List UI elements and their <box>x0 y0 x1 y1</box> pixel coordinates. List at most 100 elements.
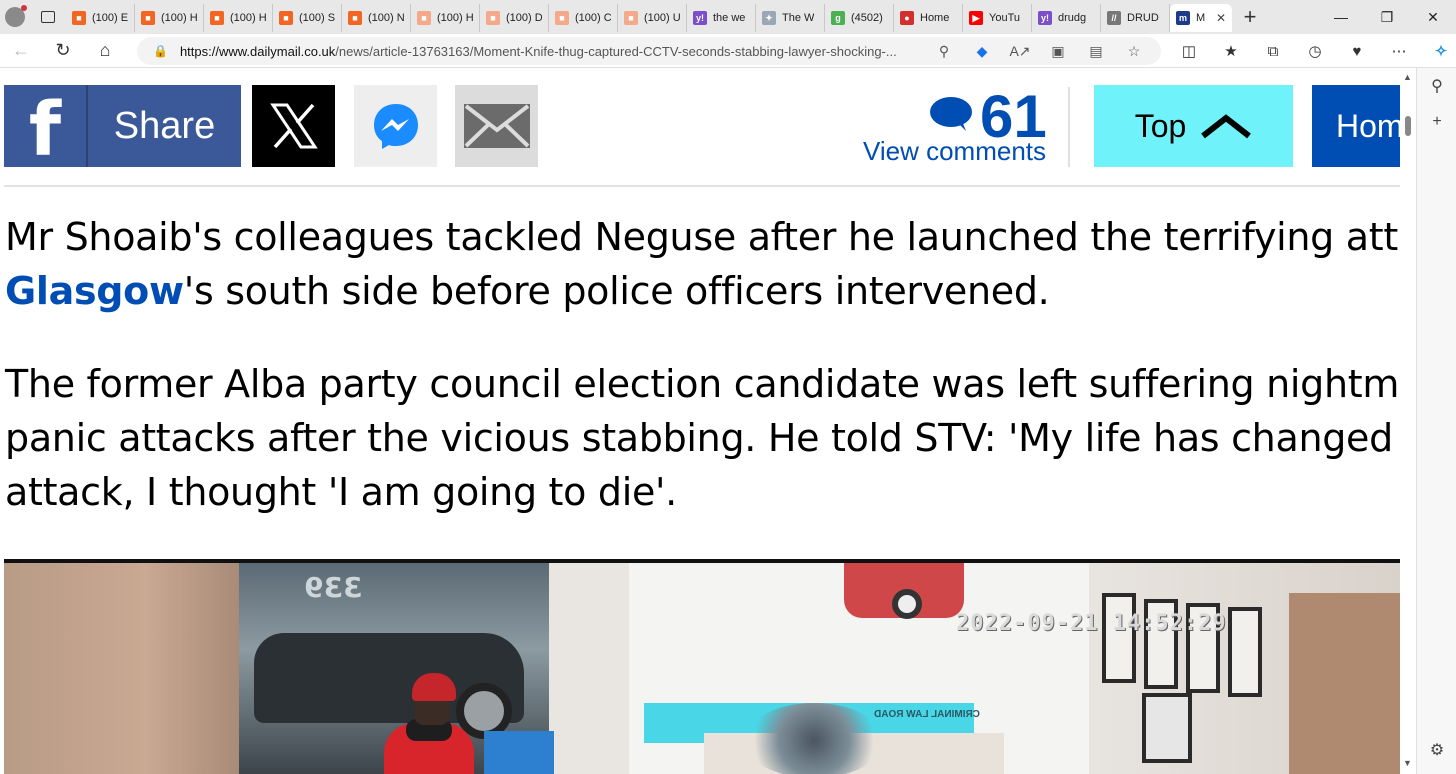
tab[interactable]: ● Home <box>894 4 963 32</box>
video-blurred-figure <box>744 703 884 774</box>
back-button[interactable]: ← <box>0 34 42 68</box>
page-scrollbar[interactable]: ▲ ▼ <box>1400 68 1416 774</box>
sidebar-settings-gear-icon[interactable]: ⚙ <box>1417 732 1456 768</box>
tab[interactable]: y! the we <box>687 4 756 32</box>
facebook-share-button[interactable]: f Share <box>4 85 241 167</box>
paragraph-line: Glasgow's south side before police offic… <box>5 264 1400 318</box>
video-blue-object <box>484 731 554 774</box>
scroll-down-icon[interactable]: ▼ <box>1403 758 1412 768</box>
sidebar-add-icon[interactable]: + <box>1417 104 1456 140</box>
tab-label: (100) S <box>299 12 335 24</box>
paragraph-line: panic attacks after the vicious stabbing… <box>5 416 1400 460</box>
tab-label: (100) D <box>506 12 542 24</box>
email-share-button[interactable] <box>455 85 538 167</box>
coupon-tag-icon[interactable]: ◆ <box>963 43 1001 60</box>
tab-favicon-icon: ■ <box>141 11 155 25</box>
cctv-timestamp: 2022-09-21 14:52:29 <box>956 611 1227 636</box>
close-window-button[interactable]: ✕ <box>1410 0 1456 34</box>
tab-label: DRUD <box>1127 12 1159 24</box>
tab-favicon-icon: ✦ <box>762 11 776 25</box>
lock-icon[interactable]: 🔒 <box>153 44 168 58</box>
tab-favicon-icon: g <box>831 11 845 25</box>
tab-favicon-icon: ■ <box>348 11 362 25</box>
tab[interactable]: g (4502) <box>825 4 894 32</box>
address-bar[interactable]: 🔒 https://www.dailymail.co.uk/news/artic… <box>137 37 1161 65</box>
tab[interactable]: ✦ The W <box>756 4 825 32</box>
tab-label: (100) H <box>230 12 266 24</box>
profile-button[interactable] <box>0 0 30 34</box>
new-tab-button[interactable]: + <box>1232 0 1268 34</box>
tab[interactable]: ■ (100) H <box>135 4 204 32</box>
tab[interactable]: y! drudg <box>1032 4 1101 32</box>
view-comments-link[interactable]: View comments <box>863 136 1046 167</box>
video-pillar <box>549 563 629 774</box>
url-text[interactable]: https://www.dailymail.co.uk/news/article… <box>180 44 920 59</box>
tab[interactable]: ▶ YouTu <box>963 4 1032 32</box>
video-reception-sign-text: CRIMINAL LAW ROAD <box>874 709 980 720</box>
cctv-video-player[interactable]: 339 CRIMINAL LAW ROAD 2022-09-21 14:52:2… <box>4 559 1400 774</box>
toolbar-right-icons: ◫ ★ ⧉ ◷ ♥ ⋯ ✧ <box>1168 34 1456 68</box>
tab[interactable]: // DRUD <box>1101 4 1170 32</box>
copilot-icon[interactable]: ✧ <box>1420 42 1456 60</box>
paragraph-line: Mr Shoaib's colleagues tackled Neguse af… <box>5 215 1400 259</box>
facebook-icon: f <box>4 85 88 167</box>
tab-close-icon[interactable]: ✕ <box>1216 11 1226 25</box>
tab-favicon-icon: ■ <box>555 11 569 25</box>
collections-icon[interactable]: ⧉ <box>1252 43 1294 60</box>
tab-label: (100) U <box>644 12 680 24</box>
tab-label: (100) C <box>575 12 611 24</box>
tab-favicon-icon: ▶ <box>969 11 983 25</box>
glasgow-link[interactable]: Glasgow <box>5 269 184 313</box>
app-available-icon[interactable]: ▣ <box>1039 43 1077 60</box>
tab-label: (100) N <box>368 12 404 24</box>
messenger-share-button[interactable] <box>354 85 437 167</box>
video-wall-picture <box>1142 693 1192 763</box>
favorite-star-icon[interactable]: ☆ <box>1115 43 1153 60</box>
maximize-button[interactable]: ❐ <box>1364 0 1410 34</box>
x-share-button[interactable] <box>252 85 335 167</box>
tab-favicon-icon: y! <box>693 11 707 25</box>
comments-link[interactable]: 61 View comments <box>860 87 1047 167</box>
article-paragraph: The former Alba party council election c… <box>5 357 1400 519</box>
tab[interactable]: ■ (100) U <box>618 4 687 32</box>
more-menu-icon[interactable]: ⋯ <box>1378 42 1420 60</box>
scroll-thumb[interactable] <box>1405 116 1411 136</box>
zoom-icon[interactable]: ⚲ <box>925 43 963 60</box>
tab-label: YouTu <box>989 12 1020 24</box>
browser-essentials-icon[interactable]: ♥ <box>1336 43 1378 60</box>
tab[interactable]: ■ (100) D <box>480 4 549 32</box>
split-screen-icon[interactable]: ◫ <box>1168 42 1210 60</box>
tab-active[interactable]: m M ✕ <box>1170 4 1232 32</box>
profile-avatar-icon <box>5 5 27 27</box>
home-link-button[interactable]: Home <box>1312 85 1400 167</box>
messenger-icon <box>373 104 418 149</box>
immersive-reader-icon[interactable]: ▤ <box>1077 43 1115 60</box>
tab-label: Home <box>920 12 950 24</box>
tab[interactable]: ■ (100) S <box>273 4 342 32</box>
history-icon[interactable]: ◷ <box>1294 42 1336 60</box>
tab[interactable]: ■ (100) N <box>342 4 411 32</box>
home-label: Home <box>1336 107 1400 144</box>
home-button[interactable]: ⌂ <box>84 34 126 68</box>
edge-sidebar: ⚲ + ⚙ <box>1416 68 1456 774</box>
favorites-icon[interactable]: ★ <box>1210 42 1252 60</box>
suspect-cap <box>412 673 456 701</box>
video-window-sign: 339 <box>304 571 363 604</box>
url-host: https://www.dailymail.co.uk <box>179 43 336 59</box>
sidebar-search-icon[interactable]: ⚲ <box>1417 68 1456 104</box>
scroll-up-icon[interactable]: ▲ <box>1403 72 1412 82</box>
tab[interactable]: ■ (100) C <box>549 4 618 32</box>
tab-label: drudg <box>1058 12 1087 24</box>
paragraph-line: The former Alba party council election c… <box>5 362 1400 406</box>
back-to-top-button[interactable]: Top <box>1094 85 1293 167</box>
read-aloud-icon[interactable]: A↗ <box>1001 43 1039 60</box>
tab[interactable]: ■ (100) H <box>411 4 480 32</box>
tab[interactable]: ■ (100) H <box>204 4 273 32</box>
tab[interactable]: ■ (100) E <box>66 4 135 32</box>
share-bar: f Share 61 View comments Top Hom <box>4 85 1400 169</box>
minimize-button[interactable]: — <box>1318 0 1364 34</box>
tab-favicon-icon: ■ <box>486 11 500 25</box>
tab-favicon-icon: ■ <box>624 11 638 25</box>
refresh-button[interactable]: ↻ <box>42 34 84 68</box>
tab-actions-button[interactable] <box>30 0 66 34</box>
